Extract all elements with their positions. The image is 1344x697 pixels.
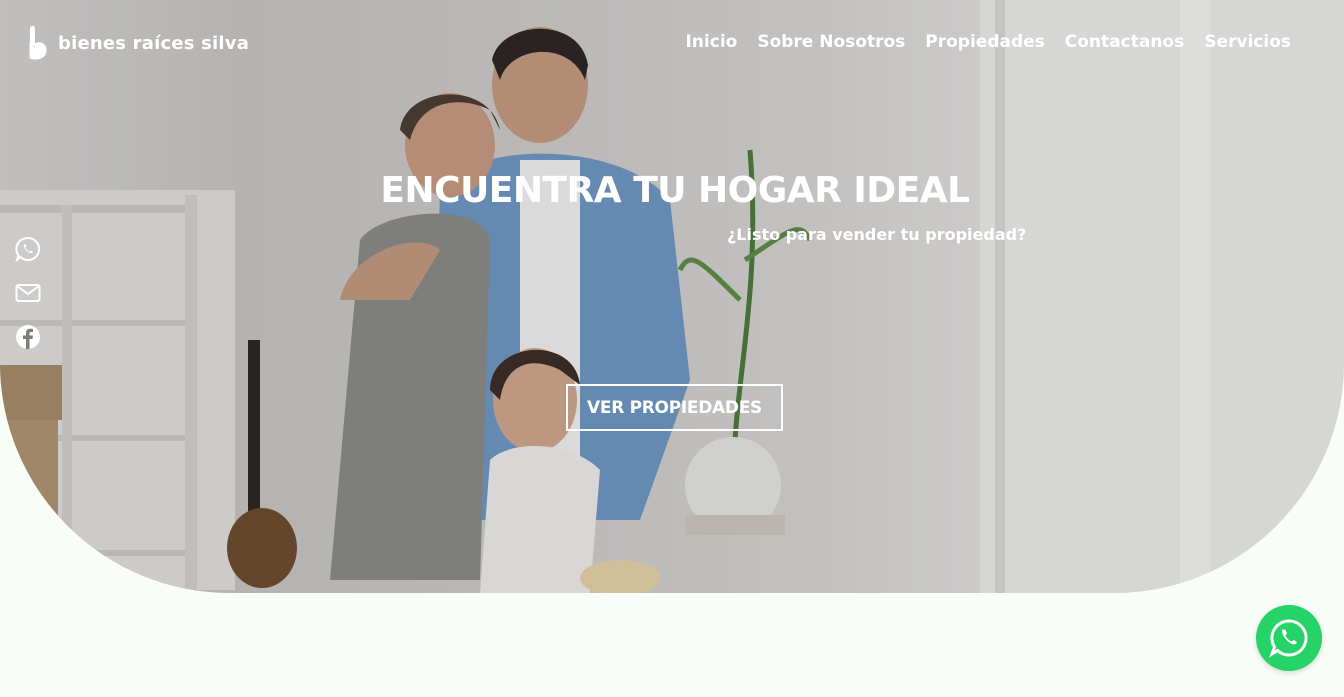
hero-overlay (0, 0, 1344, 593)
nav-item-sobre-nosotros[interactable]: Sobre Nosotros (757, 32, 905, 52)
nav-item-servicios[interactable]: Servicios (1204, 32, 1291, 52)
site-header: bienes raíces silva Inicio Sobre Nosotro… (0, 0, 1344, 88)
hero-subtitle: ¿Listo para vender tu propiedad? (727, 225, 1027, 244)
whatsapp-icon (1269, 619, 1308, 658)
brand-name: bienes raíces silva (58, 32, 250, 54)
whatsapp-icon[interactable] (14, 236, 41, 264)
facebook-icon[interactable] (15, 324, 41, 350)
view-properties-button[interactable]: VER PROPIEDADES (566, 384, 783, 431)
email-icon[interactable] (15, 280, 41, 306)
nav-item-contactanos[interactable]: Contactanos (1065, 32, 1184, 52)
nav-item-propiedades[interactable]: Propiedades (925, 32, 1045, 52)
b-logo-icon (29, 26, 47, 60)
hero-title: ENCUENTRA TU HOGAR IDEAL (380, 170, 970, 211)
brand-logo[interactable]: bienes raíces silva (28, 26, 249, 60)
social-links (14, 236, 41, 350)
whatsapp-float-button[interactable] (1256, 605, 1322, 671)
nav-item-inicio[interactable]: Inicio (685, 32, 737, 52)
hero-banner: bienes raíces silva Inicio Sobre Nosotro… (0, 0, 1344, 593)
main-nav: Inicio Sobre Nosotros Propiedades Contac… (685, 32, 1291, 52)
